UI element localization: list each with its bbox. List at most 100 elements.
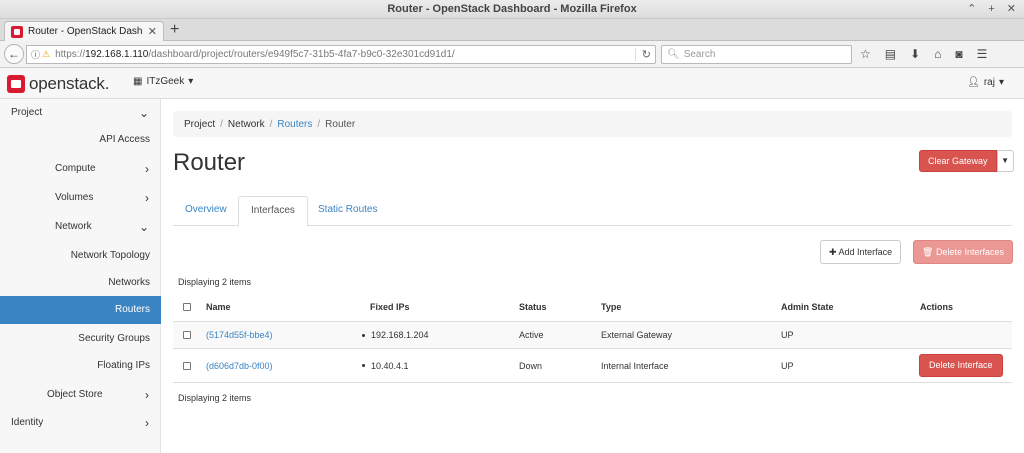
caret-down-icon: ▾ <box>998 77 1004 88</box>
row-checkbox[interactable] <box>183 361 191 370</box>
column-header-actions: Actions <box>920 302 954 312</box>
interface-name-link[interactable]: (5174d55f-bbe4) <box>206 322 273 348</box>
breadcrumb-routers-link[interactable]: Routers <box>277 119 312 130</box>
admin-state: UP <box>781 330 794 340</box>
info-icon: ⓘ <box>31 50 41 60</box>
sidebar-item-label: Volumes <box>55 192 94 203</box>
menu-icon[interactable]: ☰ <box>977 45 988 64</box>
search-placeholder: Search <box>683 49 716 60</box>
pocket-icon[interactable]: ◙ <box>955 45 962 64</box>
sidebar-item-label: Routers <box>114 304 150 315</box>
window-title: Router - OpenStack Dashboard - Mozilla F… <box>387 3 637 15</box>
chevron-right-icon: › <box>145 162 149 176</box>
caret-down-icon: ▾ <box>188 76 194 87</box>
browser-tab-title: Router - OpenStack Dashbo <box>28 26 143 37</box>
delete-interface-button[interactable]: Delete Interface <box>919 354 1003 377</box>
status: Down <box>519 360 543 371</box>
sidebar-item-api-access[interactable]: API Access <box>0 126 161 154</box>
chevron-right-icon: › <box>145 191 149 205</box>
new-tab-icon[interactable]: + <box>170 21 179 39</box>
breadcrumb-project: Project <box>184 118 216 130</box>
bookmark-star-icon[interactable]: ☆ <box>860 45 871 64</box>
column-header-name[interactable]: Name <box>206 293 231 321</box>
openstack-logo[interactable]: openstack. <box>7 74 109 94</box>
sidebar-item-label: Floating IPs <box>97 360 150 371</box>
project-switcher[interactable]: ▦ ITzGeek ▾ <box>133 76 193 87</box>
user-menu[interactable]: 👤︎ raj ▾ <box>967 77 1004 88</box>
page-title: Router <box>173 149 246 176</box>
tab-overview[interactable]: Overview <box>173 196 239 226</box>
interface-name-link[interactable]: (d606d7db-0f00) <box>206 349 273 382</box>
sidebar: Project ⌄ API Access Compute › Volumes ›… <box>0 99 161 453</box>
chevron-down-icon: ⌄ <box>138 220 149 234</box>
sidebar-item-routers[interactable]: Routers <box>0 296 161 324</box>
logo-dot: . <box>104 74 110 93</box>
url-path: /dashboard/project/routers/e949f5c7-31b5… <box>148 49 455 60</box>
sidebar-item-identity[interactable]: Identity › <box>0 409 161 437</box>
sidebar-item-network[interactable]: Network ⌄ <box>0 213 161 241</box>
column-header-admin-state[interactable]: Admin State <box>781 293 834 321</box>
home-icon[interactable]: ⌂ <box>934 45 941 64</box>
sidebar-item-label: Object Store <box>47 389 103 400</box>
main-content: Project / Network / Routers / Router Rou… <box>161 99 1024 453</box>
delete-interfaces-button[interactable]: 🗑︎ Delete Interfaces <box>913 240 1013 264</box>
sidebar-item-floating-ips[interactable]: Floating IPs <box>0 352 161 380</box>
download-icon[interactable]: ⬇ <box>910 45 920 64</box>
sidebar-item-object-store[interactable]: Object Store › <box>0 381 161 409</box>
add-interface-button[interactable]: ✚ Add Interface <box>820 240 902 264</box>
sidebar-item-label: Network <box>55 221 92 232</box>
warning-lock-icon: ⚠ <box>42 49 51 59</box>
sidebar-item-project[interactable]: Project ⌄ <box>0 99 161 127</box>
sidebar-item-networks[interactable]: Networks <box>0 269 161 297</box>
item-count: Displaying 2 items <box>178 277 252 287</box>
reload-icon[interactable]: ↻ <box>634 48 651 61</box>
user-name: raj <box>983 77 995 88</box>
back-arrow-icon[interactable]: ← <box>4 44 24 64</box>
window-controls: ⌃ + ✕ <box>967 0 1016 19</box>
status: Active <box>519 330 544 340</box>
url-bar[interactable]: ⓘ ⚠ https://192.168.1.110/dashboard/proj… <box>26 45 656 64</box>
openstack-header: openstack. ▦ ITzGeek ▾ 👤︎ raj ▾ <box>0 68 1024 99</box>
maximize-icon[interactable]: + <box>988 0 994 19</box>
tab-interfaces[interactable]: Interfaces <box>238 196 308 227</box>
sidebar-item-security-groups[interactable]: Security Groups <box>0 325 161 353</box>
url-text[interactable]: https://192.168.1.110/dashboard/project/… <box>55 49 631 60</box>
search-input[interactable]: 🔍︎ Search <box>661 45 852 64</box>
sidebar-item-network-topology[interactable]: Network Topology <box>0 242 161 270</box>
sidebar-item-label: Network Topology <box>70 250 150 261</box>
fixed-ip: 192.168.1.204 <box>371 330 429 340</box>
sidebar-item-volumes[interactable]: Volumes › <box>0 184 161 212</box>
toolbar-icons: ☆ ▤ ⬇ ⌂ ◙ ☰ <box>860 45 987 64</box>
sidebar-item-label: Project <box>11 107 43 118</box>
tab-close-icon[interactable]: ✕ <box>148 25 157 38</box>
url-security-icons[interactable]: ⓘ ⚠ <box>31 48 50 61</box>
sidebar-item-label: API Access <box>99 134 150 145</box>
close-window-icon[interactable]: ✕ <box>1007 0 1016 19</box>
browser-nav-bar: ← ⓘ ⚠ https://192.168.1.110/dashboard/pr… <box>0 41 1024 68</box>
openstack-favicon-icon <box>11 25 23 38</box>
router-actions: Clear Gateway ▼ <box>919 150 1014 172</box>
sidebar-item-label: Security Groups <box>78 333 150 344</box>
column-header-fixed-ips[interactable]: Fixed IPs <box>370 293 410 321</box>
search-icon: 🔍︎ <box>667 49 680 60</box>
select-all-checkbox[interactable] <box>183 303 191 311</box>
table-header-row: Name Fixed IPs Status Type Admin State A… <box>173 293 1012 321</box>
actions-dropdown-caret-icon[interactable]: ▼ <box>996 150 1014 172</box>
clear-gateway-button[interactable]: Clear Gateway <box>919 150 997 172</box>
item-count-footer: Displaying 2 items <box>178 393 252 403</box>
trash-icon: 🗑︎ <box>922 247 936 257</box>
row-checkbox[interactable] <box>183 331 191 339</box>
browser-tab[interactable]: Router - OpenStack Dashbo ✕ <box>4 21 164 41</box>
tab-static-routes[interactable]: Static Routes <box>306 196 389 226</box>
project-name: ITzGeek <box>146 76 185 87</box>
url-prefix: https:// <box>55 49 86 60</box>
reading-list-icon[interactable]: ▤ <box>885 45 896 64</box>
sidebar-item-compute[interactable]: Compute › <box>0 155 161 183</box>
table-row: (5174d55f-bbe4) 192.168.1.204 Active Ext… <box>173 321 1012 348</box>
minimize-icon[interactable]: ⌃ <box>967 0 976 19</box>
fixed-ip: 10.40.4.1 <box>371 360 409 371</box>
chevron-right-icon: › <box>145 416 149 430</box>
column-header-status[interactable]: Status <box>519 293 547 321</box>
column-header-type[interactable]: Type <box>601 293 621 321</box>
url-host: 192.168.1.110 <box>85 49 149 60</box>
